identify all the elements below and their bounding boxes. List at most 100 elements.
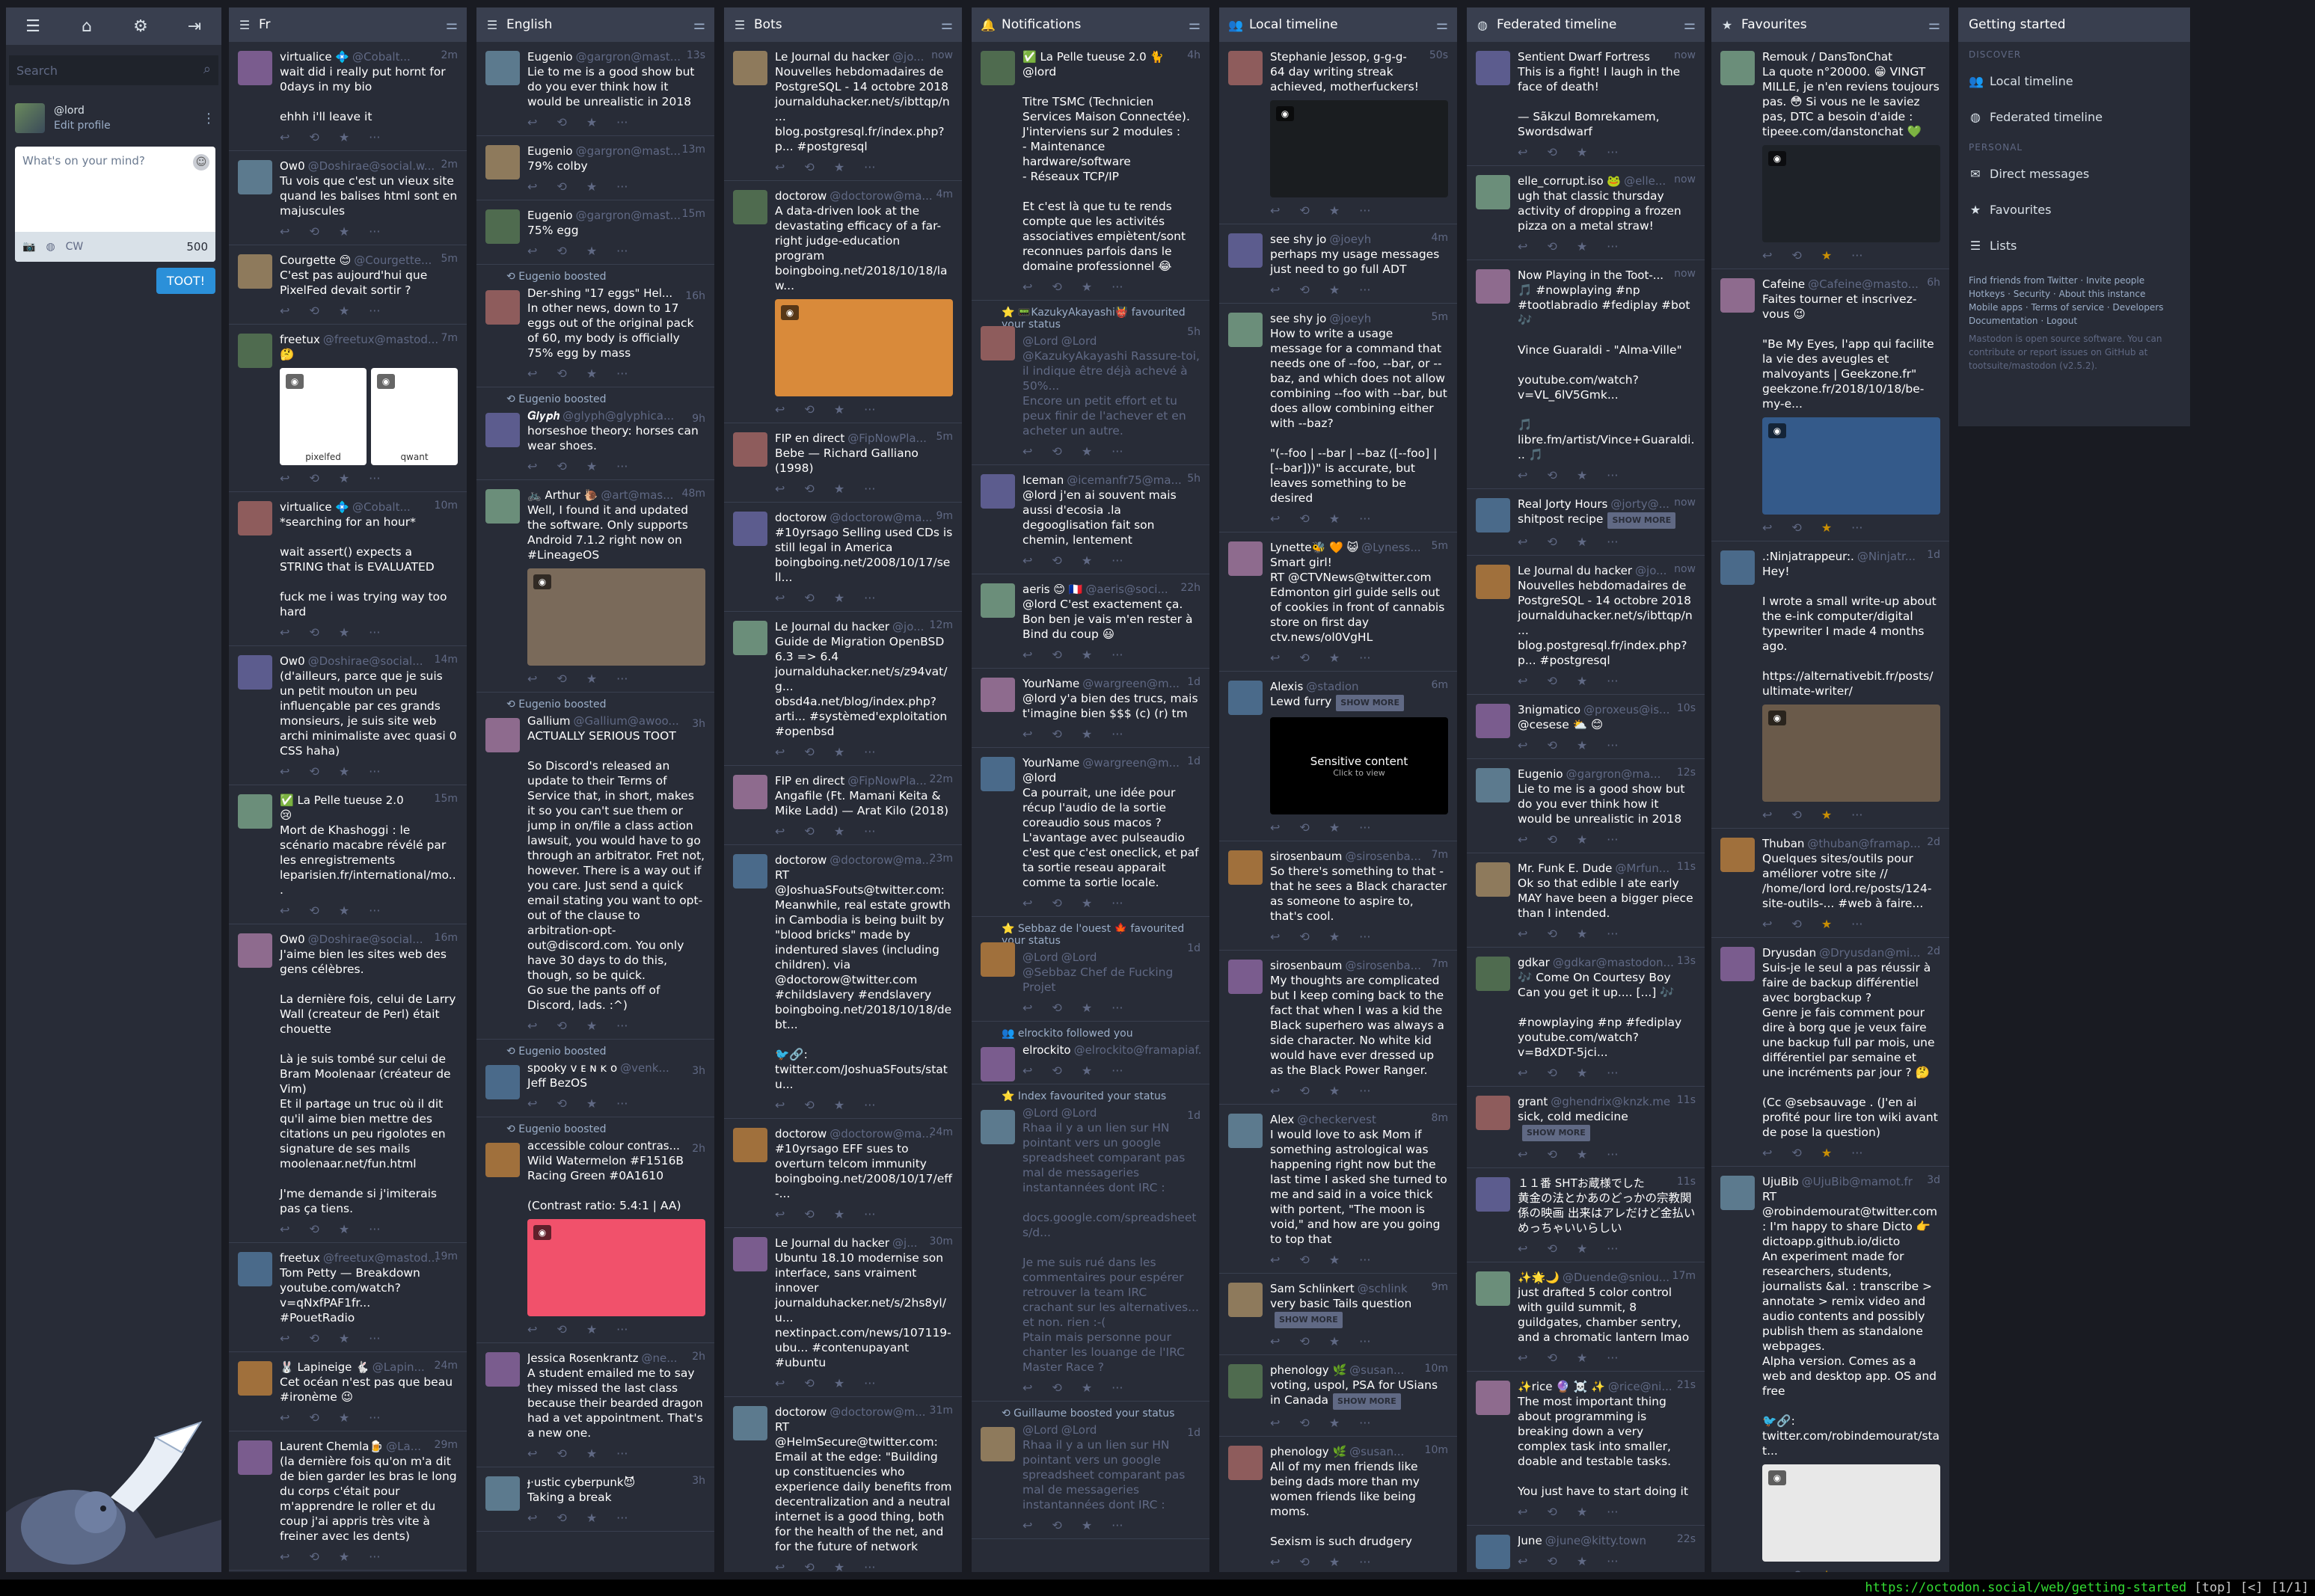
status-avatar[interactable] (981, 1047, 1015, 1081)
status-display-name[interactable]: 🐰 Lapineige 🐇 (280, 1360, 370, 1374)
reply-icon[interactable]: ↩ (1518, 468, 1527, 482)
status-avatar[interactable] (238, 160, 272, 194)
reply-icon[interactable]: ↩ (527, 244, 537, 258)
boost-icon[interactable]: ⟲ (1547, 239, 1557, 254)
more-options-icon[interactable]: ··· (369, 1550, 380, 1564)
favourite-star-icon[interactable]: ★ (586, 1019, 597, 1033)
favourite-star-icon[interactable]: ★ (1082, 280, 1092, 294)
status-time[interactable]: 11s (1677, 1176, 1696, 1188)
status-time[interactable]: 14m (435, 654, 458, 666)
favourite-star-icon[interactable]: ★ (1329, 283, 1340, 297)
status-time[interactable]: 6h (1927, 277, 1940, 289)
status-time[interactable]: 13m (682, 144, 705, 156)
eye-icon[interactable]: ◉ (1768, 151, 1786, 166)
more-options-icon[interactable]: ··· (864, 1098, 875, 1112)
status-item[interactable]: １１番 SHTお蔵様でした 11s 黄金の法とかあのどっかの宗教関係の映画 出来はア… (1467, 1168, 1705, 1262)
boost-icon[interactable]: ⟲ (804, 1560, 814, 1572)
status-time[interactable]: 7m (1431, 849, 1448, 861)
favourite-star-icon[interactable]: ★ (1577, 1505, 1587, 1519)
status-display-name[interactable]: 3nigmatico (1518, 703, 1580, 716)
status-item[interactable]: Jessica Rosenkrantz @ne... 2h A student ema… (476, 1343, 714, 1467)
status-item[interactable]: doctorow @doctorow@ma... 23m RT @JoshuaSFou… (724, 845, 962, 1119)
column-header-federated[interactable]: ◍ Federated timeline ⚌ (1467, 7, 1705, 42)
reply-icon[interactable]: ↩ (775, 1207, 785, 1221)
status-display-name[interactable]: aeris 😊 🇫🇷 (1022, 583, 1082, 596)
more-options-icon[interactable]: ··· (616, 1322, 628, 1336)
reply-icon[interactable]: ↩ (527, 1446, 537, 1461)
reply-icon[interactable]: ↩ (280, 903, 289, 918)
status-display-name[interactable]: accessible colour contras... (527, 1139, 680, 1153)
status-avatar[interactable] (1476, 498, 1510, 532)
favourite-star-icon[interactable]: ★ (339, 1550, 349, 1564)
status-display-name[interactable]: see shy jo (1270, 312, 1326, 325)
boost-icon[interactable]: ⟲ (804, 1207, 814, 1221)
status-time[interactable]: 6m (1431, 679, 1448, 691)
eye-icon[interactable]: ◉ (781, 305, 799, 320)
reply-icon[interactable]: ↩ (280, 764, 289, 779)
more-options-icon[interactable]: ··· (1111, 648, 1123, 662)
media-attachment[interactable]: ◉ (527, 568, 705, 666)
status-item[interactable]: 👥 elrockito followed you elrockito @elrock… (972, 1022, 1209, 1084)
reply-icon[interactable]: ↩ (775, 402, 785, 417)
reply-icon[interactable]: ↩ (280, 1411, 289, 1425)
status-item[interactable]: ⭐ Sebbaz de l'ouest 🍁 favourited your st… (972, 917, 1209, 1022)
status-avatar[interactable] (733, 775, 767, 809)
status-time[interactable]: 9m (936, 510, 953, 522)
favourite-star-icon[interactable]: ★ (1577, 1554, 1587, 1568)
status-item[interactable]: ⭐ 📟KazukyAkayashi👹 favourited your statu… (972, 301, 1209, 465)
media-attachment[interactable]: ◉ pixelfed (280, 368, 367, 465)
favourite-star-icon[interactable]: ★ (586, 1096, 597, 1111)
status-item[interactable]: 🐰 Lapineige 🐇 @Lapin... 24m Cet océan n'est… (229, 1352, 467, 1431)
account-avatar[interactable] (15, 103, 45, 133)
status-item[interactable]: Lynette🐝 🧡 😺 @Lyness... 5m Smart girl! RT @… (1219, 532, 1457, 672)
more-options-icon[interactable]: ··· (1359, 930, 1370, 944)
reply-icon[interactable]: ↩ (1022, 1064, 1032, 1078)
status-display-name[interactable]: Courgette 😊 (280, 254, 351, 267)
favourite-star-icon[interactable]: ★ (1577, 738, 1587, 752)
status-time[interactable]: 15m (682, 208, 705, 220)
boost-icon[interactable]: ⟲ (1299, 651, 1309, 665)
status-item[interactable]: Eugenio @gargron@mast... 13m 79% colby ↩ ⟲ ★ ··… (476, 136, 714, 200)
status-time[interactable]: 5m (441, 253, 458, 265)
reply-icon[interactable]: ↩ (280, 1331, 289, 1345)
more-options-icon[interactable]: ··· (1851, 917, 1862, 931)
favourite-star-icon[interactable]: ★ (586, 366, 597, 381)
reply-icon[interactable]: ↩ (1270, 512, 1280, 526)
favourite-star-icon[interactable]: ★ (1082, 444, 1092, 458)
preferences-gear-icon[interactable]: ⚙ (114, 7, 168, 45)
status-time[interactable]: now (1674, 174, 1696, 185)
status-display-name[interactable]: ✨rice 🔮 ☠️ ✨ (1518, 1380, 1605, 1393)
status-display-name[interactable]: virtualice 💠 (280, 50, 349, 64)
boost-icon[interactable]: ⟲ (1299, 1084, 1309, 1098)
search-input[interactable] (9, 55, 218, 85)
status-avatar[interactable] (485, 718, 520, 752)
favourite-star-icon[interactable]: ★ (1329, 1253, 1340, 1267)
more-options-icon[interactable]: ··· (1111, 553, 1123, 568)
more-options-icon[interactable]: ··· (1851, 248, 1862, 263)
favourite-star-icon[interactable]: ★ (1577, 1351, 1587, 1365)
reply-icon[interactable]: ↩ (1270, 283, 1280, 297)
more-options-icon[interactable]: ··· (1607, 1147, 1618, 1161)
reply-icon[interactable]: ↩ (527, 1019, 537, 1033)
more-options-icon[interactable]: ··· (616, 366, 628, 381)
status-time[interactable]: 10m (435, 500, 458, 512)
status-time[interactable]: 22m (930, 773, 953, 785)
status-time[interactable]: 1d (1927, 549, 1940, 561)
status-display-name[interactable]: Dryusdan (1762, 946, 1816, 960)
status-time[interactable]: 12m (930, 619, 953, 631)
boost-icon[interactable]: ⟲ (309, 903, 319, 918)
more-options-icon[interactable]: ··· (1607, 1554, 1618, 1568)
status-display-name[interactable]: Eugenio (1518, 767, 1563, 781)
boost-icon[interactable]: ⟲ (1052, 727, 1061, 741)
more-options-icon[interactable]: ··· (616, 459, 628, 473)
status-item[interactable]: Eugenio boosted Gallium@Gallium@awoo... 3h… (476, 693, 714, 1040)
status-time[interactable]: now (1674, 497, 1696, 509)
status-avatar[interactable] (238, 1252, 272, 1286)
status-display-name[interactable]: sirosenbaum (1270, 959, 1342, 972)
more-options-icon[interactable]: ··· (864, 1560, 875, 1572)
status-display-name[interactable]: YourName (1022, 677, 1079, 690)
column-settings-sliders-icon[interactable]: ⚌ (446, 17, 458, 33)
reply-icon[interactable]: ↩ (280, 625, 289, 639)
status-time[interactable]: 1d (1187, 676, 1201, 688)
status-time[interactable]: 7m (1431, 958, 1448, 970)
